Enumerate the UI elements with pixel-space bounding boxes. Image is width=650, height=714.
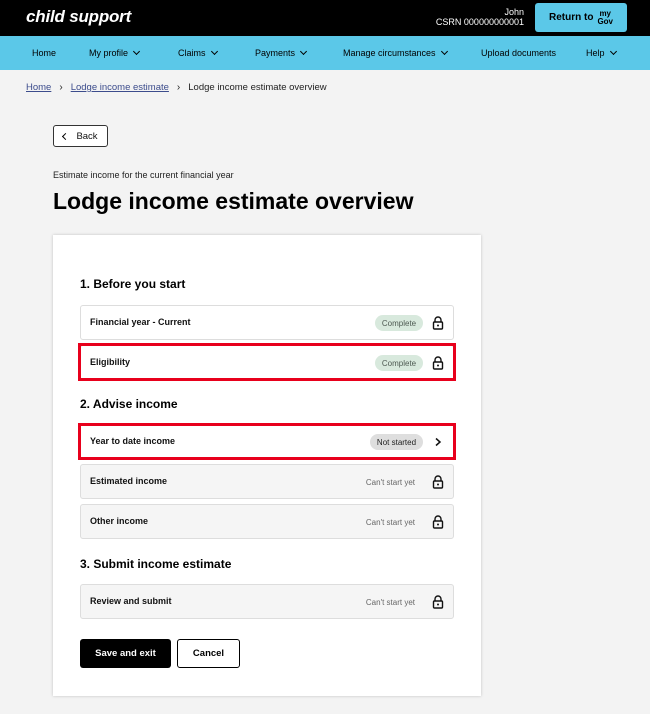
main-nav: Home My profile Claims Payments Manage c… xyxy=(0,36,650,70)
chevron-down-icon xyxy=(132,47,141,56)
mygov-logo-icon: my Gov xyxy=(597,8,613,26)
highlight-box xyxy=(78,343,456,381)
back-button[interactable]: Back xyxy=(53,125,108,147)
page-subtitle: Estimate income for the current financia… xyxy=(53,170,234,180)
highlight-box xyxy=(78,423,456,460)
cancel-button[interactable]: Cancel xyxy=(177,639,240,668)
section-heading-before-you-start: 1. Before you start xyxy=(80,277,186,291)
save-and-exit-button[interactable]: Save and exit xyxy=(80,639,171,668)
lock-icon xyxy=(432,475,444,489)
chevron-down-icon xyxy=(440,47,448,56)
return-to-mygov-button[interactable]: Return to my Gov xyxy=(535,3,627,32)
section-heading-advise-income: 2. Advise income xyxy=(80,397,178,411)
task-label: Review and submit xyxy=(90,596,172,606)
task-label: Other income xyxy=(90,516,149,526)
breadcrumb-lodge-link[interactable]: Lodge income estimate xyxy=(71,82,169,93)
task-row-other-income: Other income Can't start yet xyxy=(80,504,454,539)
breadcrumb: Home › Lodge income estimate › Lodge inc… xyxy=(26,82,327,93)
child-support-logo[interactable]: child support xyxy=(26,7,131,27)
nav-item-claims[interactable]: Claims xyxy=(178,36,218,70)
user-info: John CSRN 000000000001 xyxy=(436,7,524,27)
nav-item-manage-circumstances[interactable]: Manage circumstances xyxy=(343,36,448,70)
status-text: Can't start yet xyxy=(365,477,415,487)
chevron-down-icon xyxy=(609,47,617,56)
lock-icon xyxy=(432,515,444,529)
breadcrumb-home-link[interactable]: Home xyxy=(26,82,51,93)
status-badge: Complete xyxy=(375,315,423,331)
task-row-review-and-submit: Review and submit Can't start yet xyxy=(80,584,454,619)
nav-item-my-profile[interactable]: My profile xyxy=(89,36,141,70)
nav-item-payments[interactable]: Payments xyxy=(255,36,308,70)
page-title: Lodge income estimate overview xyxy=(53,188,414,214)
lock-icon xyxy=(432,316,444,330)
nav-item-help[interactable]: Help xyxy=(586,36,617,70)
chevron-down-icon xyxy=(299,47,308,56)
chevron-right-icon: › xyxy=(176,82,181,93)
status-text: Can't start yet xyxy=(365,597,415,607)
breadcrumb-current: Lodge income estimate overview xyxy=(188,82,327,93)
section-heading-submit: 3. Submit income estimate xyxy=(80,557,232,571)
task-row-estimated-income: Estimated income Can't start yet xyxy=(80,464,454,499)
status-text: Can't start yet xyxy=(365,517,415,527)
top-bar: child support John CSRN 000000000001 Ret… xyxy=(0,0,650,36)
return-to-label: Return to xyxy=(548,12,594,23)
user-name: John xyxy=(504,7,524,17)
chevron-left-icon xyxy=(62,132,70,140)
task-label: Estimated income xyxy=(90,476,168,486)
chevron-down-icon xyxy=(210,47,218,56)
task-label: Financial year - Current xyxy=(90,317,191,327)
lock-icon xyxy=(432,595,444,609)
nav-item-home[interactable]: Home xyxy=(32,36,56,70)
chevron-right-icon: › xyxy=(59,82,63,93)
nav-item-upload-documents[interactable]: Upload documents xyxy=(481,36,556,70)
task-row-financial-year[interactable]: Financial year - Current Complete xyxy=(80,305,454,340)
user-csrn: CSRN 000000000001 xyxy=(435,17,524,27)
